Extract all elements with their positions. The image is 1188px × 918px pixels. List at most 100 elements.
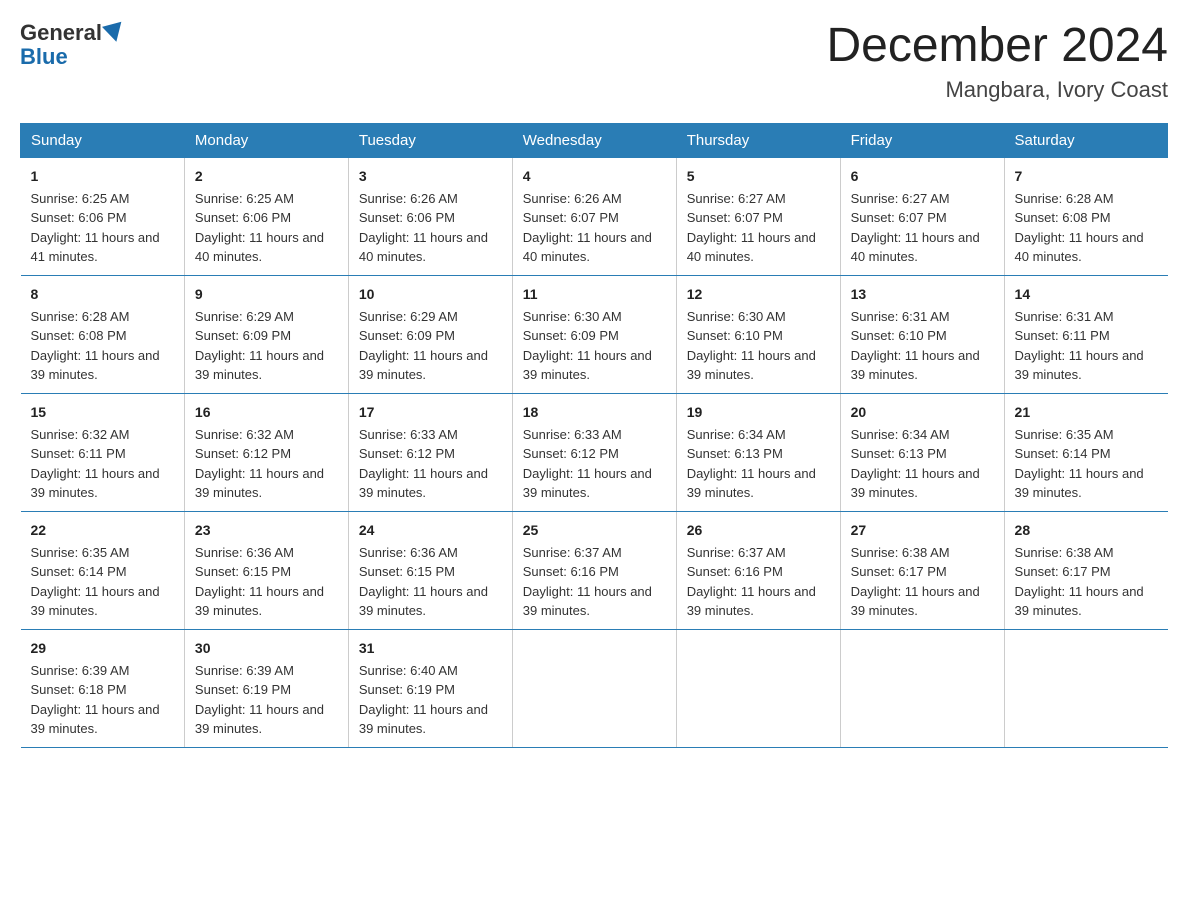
calendar-cell: 19 Sunrise: 6:34 AMSunset: 6:13 PMDayligh… xyxy=(676,393,840,511)
calendar-cell: 1 Sunrise: 6:25 AMSunset: 6:06 PMDaylight… xyxy=(21,157,185,275)
day-info: Sunrise: 6:36 AMSunset: 6:15 PMDaylight:… xyxy=(359,545,488,619)
calendar-cell: 29 Sunrise: 6:39 AMSunset: 6:18 PMDayligh… xyxy=(21,629,185,747)
day-number: 16 xyxy=(195,402,338,423)
day-info: Sunrise: 6:27 AMSunset: 6:07 PMDaylight:… xyxy=(687,191,816,265)
day-info: Sunrise: 6:36 AMSunset: 6:15 PMDaylight:… xyxy=(195,545,324,619)
calendar-cell: 15 Sunrise: 6:32 AMSunset: 6:11 PMDayligh… xyxy=(21,393,185,511)
column-header-monday: Monday xyxy=(184,123,348,157)
day-number: 6 xyxy=(851,166,994,187)
day-number: 25 xyxy=(523,520,666,541)
day-number: 3 xyxy=(359,166,502,187)
calendar-cell: 18Sunrise: 6:33 AMSunset: 6:12 PMDayligh… xyxy=(512,393,676,511)
calendar-cell: 31 Sunrise: 6:40 AMSunset: 6:19 PMDayligh… xyxy=(348,629,512,747)
day-info: Sunrise: 6:32 AMSunset: 6:12 PMDaylight:… xyxy=(195,427,324,501)
day-info: Sunrise: 6:28 AMSunset: 6:08 PMDaylight:… xyxy=(31,309,160,383)
day-number: 11 xyxy=(523,284,666,305)
calendar-cell xyxy=(676,629,840,747)
calendar-cell: 28 Sunrise: 6:38 AMSunset: 6:17 PMDayligh… xyxy=(1004,511,1168,629)
day-info: Sunrise: 6:38 AMSunset: 6:17 PMDaylight:… xyxy=(1015,545,1144,619)
day-info: Sunrise: 6:40 AMSunset: 6:19 PMDaylight:… xyxy=(359,663,488,737)
location-subtitle: Mangbara, Ivory Coast xyxy=(826,77,1168,103)
day-info: Sunrise: 6:32 AMSunset: 6:11 PMDaylight:… xyxy=(31,427,160,501)
day-number: 12 xyxy=(687,284,830,305)
day-number: 2 xyxy=(195,166,338,187)
calendar-cell: 3 Sunrise: 6:26 AMSunset: 6:06 PMDaylight… xyxy=(348,157,512,275)
day-info: Sunrise: 6:38 AMSunset: 6:17 PMDaylight:… xyxy=(851,545,980,619)
logo: General Blue xyxy=(20,20,126,70)
calendar-header-row: SundayMondayTuesdayWednesdayThursdayFrid… xyxy=(21,123,1169,157)
calendar-cell: 11 Sunrise: 6:30 AMSunset: 6:09 PMDayligh… xyxy=(512,275,676,393)
day-number: 5 xyxy=(687,166,830,187)
day-number: 21 xyxy=(1015,402,1158,423)
day-info: Sunrise: 6:30 AMSunset: 6:10 PMDaylight:… xyxy=(687,309,816,383)
day-number: 26 xyxy=(687,520,830,541)
logo-general-text: General xyxy=(20,20,102,46)
day-number: 20 xyxy=(851,402,994,423)
day-info: Sunrise: 6:26 AMSunset: 6:07 PMDaylight:… xyxy=(523,191,652,265)
day-number: 17 xyxy=(359,402,502,423)
day-number: 23 xyxy=(195,520,338,541)
day-info: Sunrise: 6:37 AMSunset: 6:16 PMDaylight:… xyxy=(687,545,816,619)
day-number: 13 xyxy=(851,284,994,305)
calendar-cell: 26 Sunrise: 6:37 AMSunset: 6:16 PMDayligh… xyxy=(676,511,840,629)
day-number: 8 xyxy=(31,284,174,305)
day-number: 31 xyxy=(359,638,502,659)
column-header-saturday: Saturday xyxy=(1004,123,1168,157)
day-info: Sunrise: 6:29 AMSunset: 6:09 PMDaylight:… xyxy=(195,309,324,383)
day-number: 30 xyxy=(195,638,338,659)
calendar-cell: 16 Sunrise: 6:32 AMSunset: 6:12 PMDayligh… xyxy=(184,393,348,511)
calendar-cell: 24 Sunrise: 6:36 AMSunset: 6:15 PMDayligh… xyxy=(348,511,512,629)
day-info: Sunrise: 6:34 AMSunset: 6:13 PMDaylight:… xyxy=(851,427,980,501)
calendar-cell: 20 Sunrise: 6:34 AMSunset: 6:13 PMDayligh… xyxy=(840,393,1004,511)
day-info: Sunrise: 6:37 AMSunset: 6:16 PMDaylight:… xyxy=(523,545,652,619)
calendar-cell: 10 Sunrise: 6:29 AMSunset: 6:09 PMDayligh… xyxy=(348,275,512,393)
day-number: 1 xyxy=(31,166,174,187)
calendar-cell: 12 Sunrise: 6:30 AMSunset: 6:10 PMDayligh… xyxy=(676,275,840,393)
day-number: 19 xyxy=(687,402,830,423)
calendar-cell: 2Sunrise: 6:25 AMSunset: 6:06 PMDaylight… xyxy=(184,157,348,275)
day-number: 28 xyxy=(1015,520,1158,541)
day-info: Sunrise: 6:35 AMSunset: 6:14 PMDaylight:… xyxy=(1015,427,1144,501)
calendar-cell: 9Sunrise: 6:29 AMSunset: 6:09 PMDaylight… xyxy=(184,275,348,393)
day-number: 15 xyxy=(31,402,174,423)
column-header-wednesday: Wednesday xyxy=(512,123,676,157)
day-info: Sunrise: 6:26 AMSunset: 6:06 PMDaylight:… xyxy=(359,191,488,265)
day-info: Sunrise: 6:33 AMSunset: 6:12 PMDaylight:… xyxy=(359,427,488,501)
calendar-week-row: 8 Sunrise: 6:28 AMSunset: 6:08 PMDaylight… xyxy=(21,275,1169,393)
calendar-cell: 13Sunrise: 6:31 AMSunset: 6:10 PMDayligh… xyxy=(840,275,1004,393)
day-info: Sunrise: 6:39 AMSunset: 6:18 PMDaylight:… xyxy=(31,663,160,737)
day-number: 24 xyxy=(359,520,502,541)
calendar-week-row: 15 Sunrise: 6:32 AMSunset: 6:11 PMDayligh… xyxy=(21,393,1169,511)
day-number: 22 xyxy=(31,520,174,541)
title-block: December 2024 Mangbara, Ivory Coast xyxy=(826,20,1168,103)
calendar-cell: 17 Sunrise: 6:33 AMSunset: 6:12 PMDayligh… xyxy=(348,393,512,511)
calendar-cell xyxy=(512,629,676,747)
calendar-cell: 25 Sunrise: 6:37 AMSunset: 6:16 PMDayligh… xyxy=(512,511,676,629)
calendar-cell xyxy=(840,629,1004,747)
day-info: Sunrise: 6:34 AMSunset: 6:13 PMDaylight:… xyxy=(687,427,816,501)
day-number: 10 xyxy=(359,284,502,305)
calendar-cell: 8 Sunrise: 6:28 AMSunset: 6:08 PMDaylight… xyxy=(21,275,185,393)
calendar-cell: 4Sunrise: 6:26 AMSunset: 6:07 PMDaylight… xyxy=(512,157,676,275)
day-info: Sunrise: 6:31 AMSunset: 6:11 PMDaylight:… xyxy=(1015,309,1144,383)
calendar-cell: 23 Sunrise: 6:36 AMSunset: 6:15 PMDayligh… xyxy=(184,511,348,629)
calendar-cell: 14Sunrise: 6:31 AMSunset: 6:11 PMDayligh… xyxy=(1004,275,1168,393)
column-header-tuesday: Tuesday xyxy=(348,123,512,157)
day-number: 18 xyxy=(523,402,666,423)
day-info: Sunrise: 6:29 AMSunset: 6:09 PMDaylight:… xyxy=(359,309,488,383)
day-number: 27 xyxy=(851,520,994,541)
calendar-cell: 27 Sunrise: 6:38 AMSunset: 6:17 PMDayligh… xyxy=(840,511,1004,629)
logo-triangle-icon xyxy=(102,22,126,45)
column-header-friday: Friday xyxy=(840,123,1004,157)
calendar-table: SundayMondayTuesdayWednesdayThursdayFrid… xyxy=(20,123,1168,748)
day-info: Sunrise: 6:30 AMSunset: 6:09 PMDaylight:… xyxy=(523,309,652,383)
day-info: Sunrise: 6:27 AMSunset: 6:07 PMDaylight:… xyxy=(851,191,980,265)
calendar-cell: 22Sunrise: 6:35 AMSunset: 6:14 PMDayligh… xyxy=(21,511,185,629)
day-info: Sunrise: 6:25 AMSunset: 6:06 PMDaylight:… xyxy=(31,191,160,265)
column-header-thursday: Thursday xyxy=(676,123,840,157)
calendar-week-row: 29 Sunrise: 6:39 AMSunset: 6:18 PMDayligh… xyxy=(21,629,1169,747)
calendar-cell: 30Sunrise: 6:39 AMSunset: 6:19 PMDayligh… xyxy=(184,629,348,747)
day-number: 29 xyxy=(31,638,174,659)
calendar-week-row: 1 Sunrise: 6:25 AMSunset: 6:06 PMDaylight… xyxy=(21,157,1169,275)
page-title: December 2024 xyxy=(826,20,1168,73)
